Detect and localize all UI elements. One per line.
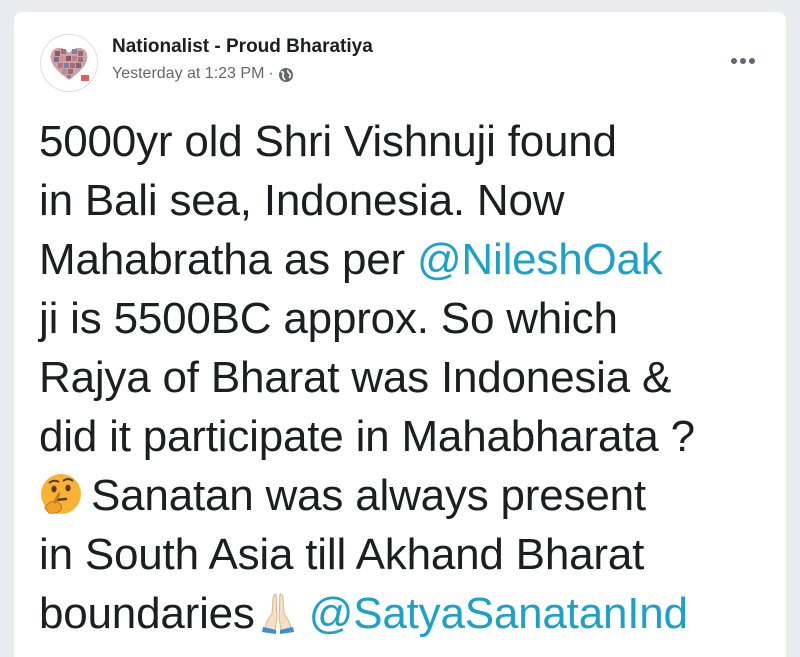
folded-hands-emoji (257, 590, 299, 649)
meta-separator: · (268, 65, 274, 82)
post-text-line: boundaries @SatyaSanatanInd (39, 584, 774, 643)
more-options-icon[interactable] (726, 46, 760, 76)
post-text-line: in Bali sea, Indonesia. Now (39, 176, 565, 225)
post-text-line: in South Asia till Akhand Bharat (39, 530, 645, 579)
author-name[interactable]: Nationalist - Proud Bharatiya (112, 36, 373, 58)
post-card: Nationalist - Proud Bharatiya Yesterday … (14, 12, 786, 657)
heart-collage-icon (41, 35, 97, 91)
mention-link-satyasanatanind[interactable]: @SatyaSanatanInd (309, 589, 688, 638)
post-header: Nationalist - Proud Bharatiya Yesterday … (14, 12, 786, 107)
post-text-line: Mahabratha as per @NileshOak (39, 230, 774, 289)
post-text-line: did it participate in Mahabharata ? (39, 412, 695, 461)
post-body: 5000yr old Shri Vishnuji found in Bali s… (39, 112, 774, 643)
globe-icon[interactable] (278, 67, 294, 83)
post-text-line: Rajya of Bharat was Indonesia & (39, 353, 672, 402)
page-avatar[interactable] (40, 34, 98, 92)
post-text-line: Sanatan was always present (39, 466, 774, 525)
mention-link-nileshoak[interactable]: @NileshOak (417, 235, 663, 284)
post-text-segment: boundaries (39, 589, 255, 638)
post-text-line: ji is 5500BC approx. So which (39, 294, 618, 343)
timestamp[interactable]: Yesterday at 1:23 PM (112, 65, 264, 83)
thinking-face-emoji (39, 472, 83, 531)
post-text-segment: Sanatan was always present (91, 471, 646, 520)
post-meta: Yesterday at 1:23 PM · (112, 65, 294, 83)
post-text-line: 5000yr old Shri Vishnuji found (39, 117, 617, 166)
post-text-segment: Mahabratha as per (39, 235, 417, 284)
